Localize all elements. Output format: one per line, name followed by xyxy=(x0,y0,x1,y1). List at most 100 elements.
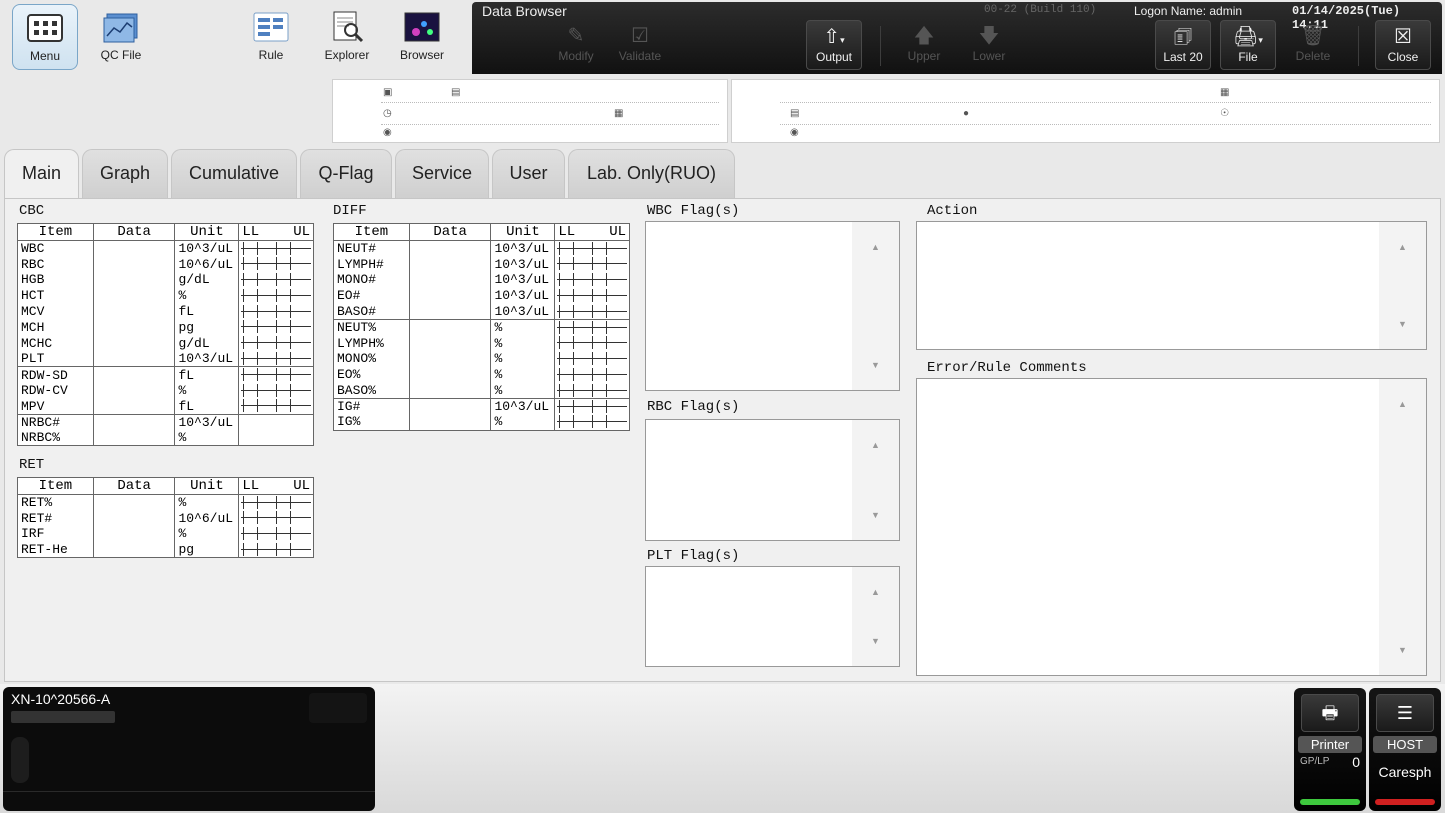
scroll-up-icon[interactable]: ▲ xyxy=(1379,242,1426,252)
scroll-down-icon[interactable]: ▼ xyxy=(1379,319,1426,329)
divider xyxy=(780,124,1431,125)
printer-icon[interactable]: 🖶 xyxy=(1301,694,1359,732)
limit-line xyxy=(241,257,311,271)
scroll-down-icon[interactable]: ▼ xyxy=(852,510,899,520)
table-row[interactable]: EO%% xyxy=(333,366,630,383)
table-row[interactable]: LYMPH%% xyxy=(333,335,630,352)
delete-button[interactable]: 🗑 Delete xyxy=(1285,20,1341,70)
table-row[interactable]: RET# 10^6/uL xyxy=(17,510,314,527)
output-button[interactable]: ⇧▾ Output xyxy=(806,20,862,70)
tab-service[interactable]: Service xyxy=(395,149,489,199)
scroll-up-icon[interactable]: ▲ xyxy=(852,242,899,252)
table-row[interactable]: MONO%% xyxy=(333,351,630,367)
error-rule-comments-list[interactable]: ▲ ▼ xyxy=(916,378,1427,676)
output-label: Output xyxy=(815,50,853,64)
scroll-down-icon[interactable]: ▼ xyxy=(1379,645,1426,655)
item-name: RDW-CV xyxy=(17,382,94,399)
lower-button[interactable]: 🡇 Lower xyxy=(961,20,1017,70)
column-header: LL xyxy=(558,224,576,240)
validate-button[interactable]: ☑ Validate xyxy=(612,20,668,70)
explorer-button[interactable]: Explorer xyxy=(314,4,380,70)
column-header-limits: LL UL xyxy=(238,223,314,241)
table-row[interactable]: RET-He pg xyxy=(17,541,314,559)
table-row[interactable]: MONO# 10^3/uL xyxy=(333,272,630,288)
instrument-panel[interactable]: XN-10^20566-A xyxy=(3,687,375,811)
scroll-down-icon[interactable]: ▼ xyxy=(852,636,899,646)
calendar-icon: ▦ xyxy=(614,108,624,119)
tab-q-flag[interactable]: Q-Flag xyxy=(300,149,392,199)
scrollbar[interactable]: ▲ ▼ xyxy=(852,420,899,540)
table-row[interactable]: BASO%% xyxy=(333,382,630,399)
limit-line xyxy=(241,399,311,413)
qc-file-label: QC File xyxy=(100,48,142,62)
table-row[interactable]: NEUT# 10^3/uL xyxy=(333,240,630,257)
scrollbar[interactable]: ▲ ▼ xyxy=(852,222,899,390)
browser-button[interactable]: Browser xyxy=(389,4,455,70)
close-icon: ☒ xyxy=(1394,26,1412,48)
table-row[interactable]: MPV fL xyxy=(17,398,314,415)
action-list[interactable]: ▲ ▼ xyxy=(916,221,1427,350)
instrument-button[interactable] xyxy=(309,693,367,723)
host-status-card[interactable]: ☰ HOST Caresph xyxy=(1369,688,1441,811)
limit-gauge xyxy=(554,414,630,431)
file-button[interactable]: 🖨▾ File xyxy=(1220,20,1276,70)
table-row[interactable]: RDW-CV% xyxy=(17,382,314,399)
table-row[interactable]: NEUT%% xyxy=(333,318,630,336)
qc-file-icon xyxy=(103,13,138,43)
wbc-flag-list[interactable]: ▲ ▼ xyxy=(645,221,900,391)
limit-line xyxy=(241,511,311,525)
tab-user[interactable]: User xyxy=(492,149,565,199)
table-row[interactable]: WBC 10^3/uL xyxy=(17,240,314,257)
table-row[interactable]: NRBC# 10^3/uL xyxy=(17,413,314,431)
menu-label: Menu xyxy=(29,49,61,63)
tab-main[interactable]: Main xyxy=(4,149,79,200)
table-row[interactable]: IRF% xyxy=(17,526,314,542)
column-header: Unit xyxy=(490,223,556,241)
scrollbar[interactable]: ▲ ▼ xyxy=(852,567,899,666)
server-icon[interactable]: ☰ xyxy=(1376,694,1434,732)
table-row[interactable]: NRBC%% xyxy=(17,430,314,447)
table-row[interactable]: EO# 10^3/uL xyxy=(333,287,630,304)
scrollbar[interactable]: ▲ ▼ xyxy=(1379,222,1426,349)
table-row[interactable]: IG%% xyxy=(333,414,630,431)
table-row[interactable]: RBC 10^6/uL xyxy=(17,256,314,273)
upper-button[interactable]: 🡅 Upper xyxy=(896,20,952,70)
qc-file-button[interactable]: QC File xyxy=(88,4,154,70)
scroll-down-icon[interactable]: ▼ xyxy=(852,360,899,370)
item-unit: fL xyxy=(174,398,240,415)
table-row[interactable]: MCH pg xyxy=(17,319,314,336)
scroll-up-icon[interactable]: ▲ xyxy=(1379,399,1426,409)
rbc-flag-list[interactable]: ▲ ▼ xyxy=(645,419,900,541)
tab-graph[interactable]: Graph xyxy=(82,149,168,199)
table-row[interactable]: HCT% xyxy=(17,287,314,304)
table-row[interactable]: MCV fL xyxy=(17,303,314,320)
table-row[interactable]: RDW-SD fL xyxy=(17,366,314,383)
scrollbar[interactable]: ▲ ▼ xyxy=(1379,379,1426,675)
item-unit: 10^3/uL xyxy=(490,287,556,304)
close-button[interactable]: ☒ Close xyxy=(1375,20,1431,70)
plt-flag-list[interactable]: ▲ ▼ xyxy=(645,566,900,667)
table-row[interactable]: HGB g/dL xyxy=(17,272,314,288)
scroll-up-icon[interactable]: ▲ xyxy=(852,440,899,450)
table-header-row: Item Data Unit LL UL xyxy=(17,477,314,495)
table-row[interactable]: RET%% xyxy=(17,494,314,511)
table-row[interactable]: BASO# 10^3/uL xyxy=(333,303,630,320)
last-20-button[interactable]: 🗊 Last 20 xyxy=(1155,20,1211,70)
tab-cumulative[interactable]: Cumulative xyxy=(171,149,297,199)
limit-line xyxy=(241,527,311,541)
rule-button[interactable]: Rule xyxy=(238,4,304,70)
modify-button[interactable]: ✎ Modify xyxy=(548,20,604,70)
printer-status-card[interactable]: 🖶 Printer GP/LP 0 xyxy=(1294,688,1366,811)
menu-button[interactable]: Menu xyxy=(12,4,78,70)
table-row[interactable]: PLT 10^3/uL xyxy=(17,351,314,367)
limit-gauge xyxy=(554,366,630,383)
table-row[interactable]: MCHC g/dL xyxy=(17,335,314,352)
limit-gauge xyxy=(238,335,314,352)
item-name: NRBC% xyxy=(17,430,94,447)
scroll-up-icon[interactable]: ▲ xyxy=(852,587,899,597)
table-row[interactable]: LYMPH# 10^3/uL xyxy=(333,256,630,273)
item-name: MONO# xyxy=(333,272,410,288)
diff-table: Item Data Unit LL UL NEUT# 10^3/uL LYMPH# 10^3/u… xyxy=(333,223,630,431)
table-row[interactable]: IG# 10^3/uL xyxy=(333,397,630,415)
tab-lab-only[interactable]: Lab. Only(RUO) xyxy=(568,149,735,199)
